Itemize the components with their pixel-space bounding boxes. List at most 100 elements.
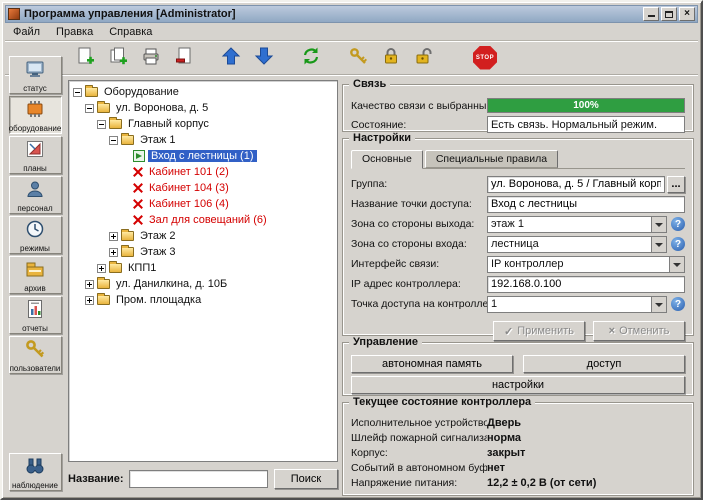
close-button[interactable]: × (679, 7, 695, 21)
arrow-up-icon (221, 46, 241, 69)
voltage-label: Напряжение питания: (351, 477, 487, 489)
move-up-button[interactable] (217, 44, 245, 72)
tree-expander[interactable] (85, 104, 94, 113)
access-button[interactable]: доступ (523, 355, 685, 373)
tree-row-building[interactable]: Главный корпус (71, 116, 335, 132)
help-icon[interactable]: ? (671, 237, 685, 251)
settings-group: Настройки Основные Специальные правила Г… (342, 138, 694, 336)
tree-row-floor2[interactable]: Этаж 2 (71, 228, 335, 244)
search-button[interactable]: Поиск (274, 469, 338, 489)
tree-row-cab106[interactable]: Кабинет 106 (4) (71, 196, 335, 212)
sidebar-item-status[interactable]: статус (9, 56, 62, 94)
minimize-icon (648, 11, 655, 17)
tree-expander[interactable] (73, 88, 82, 97)
add-child-button[interactable] (104, 44, 132, 72)
tree-expander[interactable] (97, 264, 106, 273)
ap-number-select[interactable]: 1 (487, 296, 667, 313)
stop-button[interactable]: STOP (471, 44, 499, 72)
tree-row-floor1[interactable]: Этаж 1 (71, 132, 335, 148)
tree-expander[interactable] (97, 120, 106, 129)
sidebar-item-modes[interactable]: режимы (9, 216, 62, 254)
cross-icon: × (609, 325, 615, 337)
autonomous-memory-button[interactable]: автономная память (351, 355, 513, 373)
ap-name-field[interactable] (487, 196, 685, 213)
buffer-events-label: Событий в автономном буфере: (351, 462, 487, 474)
help-icon[interactable]: ? (671, 217, 685, 231)
no-connection-icon (133, 199, 143, 209)
sidebar-item-archive[interactable]: архив (9, 256, 62, 294)
menu-edit[interactable]: Правка (48, 24, 101, 40)
unlock-button[interactable] (410, 44, 438, 72)
tree-expander[interactable] (109, 232, 118, 241)
apply-button[interactable]: ✓ Применить (493, 321, 585, 341)
connection-state-field: Есть связь. Нормальный режим. (487, 116, 685, 133)
delete-document-icon (174, 46, 194, 69)
tree-expander[interactable] (85, 296, 94, 305)
tree-row-site[interactable]: ул. Воронова, д. 5 (71, 100, 335, 116)
sidebar-item-observation[interactable]: наблюдение (9, 453, 62, 491)
add-document-icon (75, 46, 95, 69)
sidebar-item-plans[interactable]: планы (9, 136, 62, 174)
tree-row-meeting-hall[interactable]: Зал для совещаний (6) (71, 212, 335, 228)
person-icon (24, 178, 46, 203)
settings-tabs: Основные Специальные правила (351, 149, 685, 169)
zone-in-select[interactable]: лестница (487, 236, 667, 253)
app-window: Программа управления [Administrator] × Ф… (0, 0, 703, 500)
tree-expander[interactable] (109, 248, 118, 257)
chevron-down-icon[interactable] (669, 257, 684, 272)
maximize-button[interactable] (661, 7, 677, 21)
controller-settings-button[interactable]: настройки (351, 376, 685, 394)
tree-row-cab104[interactable]: Кабинет 104 (3) (71, 180, 335, 196)
key-button[interactable] (344, 44, 372, 72)
menu-file[interactable]: Файл (5, 24, 48, 40)
check-icon: ✓ (504, 325, 513, 338)
fire-loop-value: норма (487, 432, 685, 444)
quality-label: Качество связи с выбранным: (351, 100, 487, 112)
delete-button[interactable] (170, 44, 198, 72)
interface-select[interactable]: IP контроллер (487, 256, 685, 273)
sidebar-item-reports[interactable]: отчеты (9, 296, 62, 334)
sidebar-item-users[interactable]: пользователи (9, 336, 62, 374)
tree-row-site2[interactable]: ул. Данилкина, д. 10Б (71, 276, 335, 292)
search-label: Название: (68, 473, 124, 485)
tree-row-floor3[interactable]: Этаж 3 (71, 244, 335, 260)
lock-closed-icon (381, 46, 401, 69)
folder-icon (97, 279, 110, 289)
menu-help[interactable]: Справка (101, 24, 160, 40)
help-icon[interactable]: ? (671, 297, 685, 311)
tree-row-root[interactable]: Оборудование (71, 84, 335, 100)
group-field[interactable] (487, 176, 665, 193)
lock-button[interactable] (377, 44, 405, 72)
lock-open-icon (414, 46, 434, 69)
search-input[interactable] (129, 470, 268, 488)
group-browse-button[interactable]: ... (667, 176, 685, 193)
report-icon (24, 298, 46, 323)
tree-row-cab101[interactable]: Кабинет 101 (2) (71, 164, 335, 180)
add-button[interactable] (71, 44, 99, 72)
sidebar: статус оборудование планы персонал режим… (6, 56, 64, 493)
sidebar-item-personnel[interactable]: персонал (9, 176, 62, 214)
tab-special-rules[interactable]: Специальные правила (425, 150, 558, 168)
status-icon (24, 58, 46, 83)
chevron-down-icon[interactable] (651, 297, 666, 312)
tree-row-checkpoint[interactable]: КПП1 (71, 260, 335, 276)
cancel-button[interactable]: × Отменить (593, 321, 685, 341)
minimize-button[interactable] (643, 7, 659, 21)
menu-bar: Файл Правка Справка (5, 23, 698, 41)
ip-field[interactable] (487, 276, 685, 293)
tree-row-entrance-selected[interactable]: Вход с лестницы (1) (71, 148, 335, 164)
chevron-down-icon[interactable] (651, 217, 666, 232)
print-button[interactable] (137, 44, 165, 72)
folder-icon (121, 247, 134, 257)
chevron-down-icon[interactable] (651, 237, 666, 252)
no-connection-icon (133, 215, 143, 225)
zone-out-select[interactable]: этаж 1 (487, 216, 667, 233)
move-down-button[interactable] (250, 44, 278, 72)
tree-expander[interactable] (85, 280, 94, 289)
tab-main[interactable]: Основные (351, 150, 423, 169)
sidebar-item-equipment[interactable]: оборудование (9, 96, 62, 134)
tree-row-industrial-site[interactable]: Пром. площадка (71, 292, 335, 308)
refresh-button[interactable] (297, 44, 325, 72)
voltage-value: 12,2 ± 0,2 В (от сети) (487, 477, 685, 489)
tree-expander[interactable] (109, 136, 118, 145)
